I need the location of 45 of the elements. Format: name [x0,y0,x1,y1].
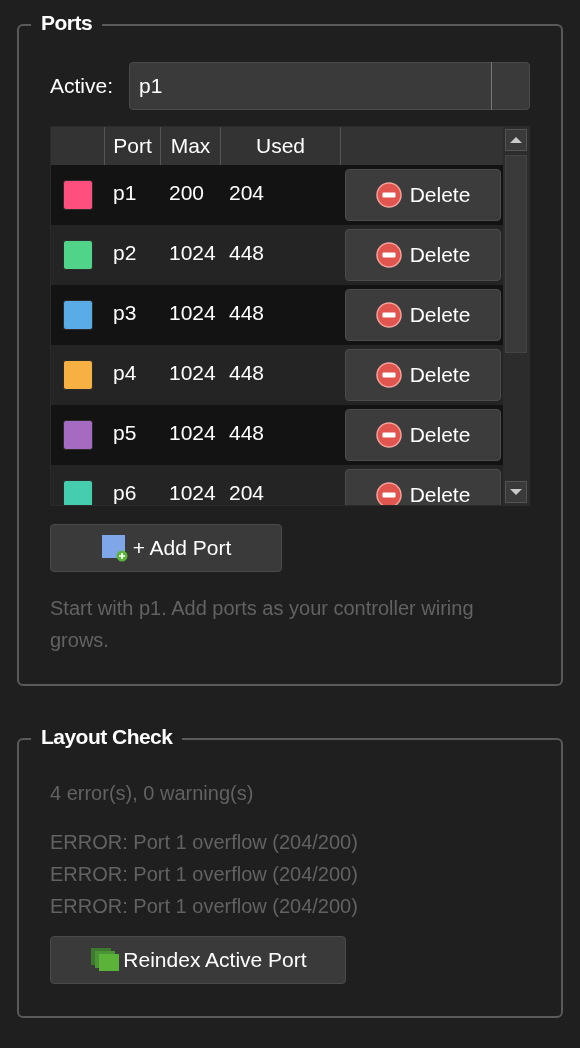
add-port-button[interactable]: + Add Port [50,524,282,572]
remove-icon [375,302,402,328]
scrollbar[interactable] [503,127,529,505]
delete-button[interactable]: Delete [345,349,501,401]
error-message: ERROR: Port 1 overflow (204/200) [50,862,359,887]
delete-button[interactable]: Delete [345,229,501,281]
max-cell: 1024 [169,361,216,384]
used-cell: 204 [229,181,265,204]
port-cell: p1 [113,181,137,204]
used-cell: 448 [229,361,265,384]
scroll-down-icon[interactable] [505,481,527,503]
port-cell: p3 [113,301,137,324]
max-cell: 1024 [169,241,216,264]
error-message: ERROR: Port 1 overflow (204/200) [50,894,359,919]
used-cell: 448 [229,301,265,324]
max-cell: 1024 [169,301,216,324]
max-cell: 1024 [169,421,216,444]
layers-icon [89,946,122,974]
error-message: ERROR: Port 1 overflow (204/200) [50,830,359,855]
remove-icon [375,422,402,448]
delete-button[interactable]: Delete [345,469,501,505]
remove-icon [375,242,402,268]
max-cell: 1024 [169,481,216,504]
delete-button[interactable]: Delete [345,409,501,461]
remove-icon [375,182,402,208]
used-cell: 448 [229,241,265,264]
reindex-button[interactable]: Reindex Active Port [50,936,346,984]
scroll-thumb[interactable] [505,155,527,353]
remove-icon [375,362,402,388]
used-cell: 204 [229,481,265,504]
port-cell: p4 [113,361,137,384]
max-cell: 200 [169,181,205,204]
active-label: Active: [50,73,114,100]
delete-button[interactable]: Delete [345,289,501,341]
active-port-dropdown[interactable]: p1 [129,62,530,110]
add-square-icon [100,534,129,562]
delete-button[interactable]: Delete [345,169,501,221]
scroll-up-icon[interactable] [505,129,527,151]
port-cell: p6 [113,481,137,504]
port-cell: p5 [113,421,137,444]
remove-icon [375,482,402,505]
port-cell: p2 [113,241,137,264]
hint-text: Start with p1. Add ports as your controller wiring grows. [50,596,475,653]
used-cell: 448 [229,421,265,444]
summary-text: 4 error(s), 0 warning(s) [50,781,255,806]
